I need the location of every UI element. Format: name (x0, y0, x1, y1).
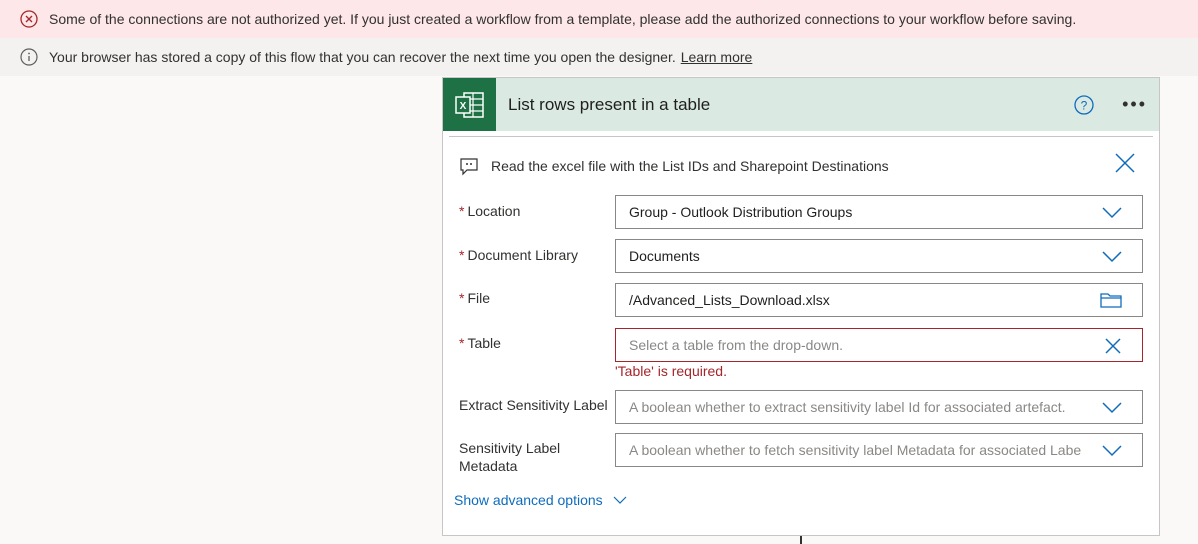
location-dropdown[interactable]: Group - Outlook Distribution Groups (615, 195, 1143, 229)
svg-text:?: ? (1081, 98, 1088, 112)
extract-sensitivity-label-label: Extract Sensitivity Label (459, 397, 608, 413)
close-icon[interactable] (1115, 153, 1135, 173)
chevron-down-icon (1102, 399, 1122, 415)
comment[interactable]: Read the excel file with the List IDs an… (459, 156, 889, 176)
comment-icon (459, 156, 479, 176)
document-library-dropdown[interactable]: Documents (615, 239, 1143, 273)
svg-text:X: X (459, 101, 466, 112)
comment-text: Read the excel file with the List IDs an… (491, 158, 889, 174)
table-dropdown[interactable]: Select a table from the drop-down. (615, 328, 1143, 362)
card-header[interactable]: X List rows present in a table ? ••• (443, 78, 1159, 131)
learn-more-link[interactable]: Learn more (681, 49, 753, 65)
chevron-down-icon (1102, 248, 1122, 264)
table-error: 'Table' is required. (615, 363, 727, 379)
info-banner: Your browser has stored a copy of this f… (0, 38, 1198, 76)
error-banner: Some of the connections are not authoriz… (0, 0, 1198, 38)
error-banner-text: Some of the connections are not authoriz… (49, 11, 1077, 27)
divider (449, 136, 1153, 137)
sensitivity-label-metadata-dropdown[interactable]: A boolean whether to fetch sensitivity l… (615, 433, 1143, 467)
chevron-down-icon (613, 495, 627, 505)
help-icon[interactable]: ? (1074, 94, 1094, 115)
chevron-down-icon (1102, 204, 1122, 220)
chevron-down-icon (1102, 442, 1122, 458)
table-label: * Table (459, 335, 501, 351)
extract-sensitivity-label-dropdown[interactable]: A boolean whether to extract sensitivity… (615, 390, 1143, 424)
card-title: List rows present in a table (508, 94, 711, 114)
show-advanced-options-button[interactable]: Show advanced options (454, 492, 627, 508)
file-label: * File (459, 290, 491, 306)
excel-icon: X (443, 78, 496, 131)
clear-icon[interactable] (1104, 337, 1122, 355)
show-advanced-options-label: Show advanced options (454, 492, 603, 508)
folder-icon[interactable] (1100, 292, 1122, 308)
sensitivity-label-metadata-label: Sensitivity Label Metadata (459, 440, 561, 474)
document-library-label: * Document Library (459, 247, 578, 263)
error-circle-icon (20, 10, 38, 28)
location-label: * Location (459, 203, 521, 219)
flow-connector (800, 536, 802, 544)
info-banner-text: Your browser has stored a copy of this f… (49, 49, 676, 65)
more-options-icon[interactable]: ••• (1122, 94, 1147, 115)
file-input[interactable]: /Advanced_Lists_Download.xlsx (615, 283, 1143, 317)
info-icon (20, 48, 38, 66)
action-card: X List rows present in a table ? ••• Rea… (442, 77, 1160, 536)
